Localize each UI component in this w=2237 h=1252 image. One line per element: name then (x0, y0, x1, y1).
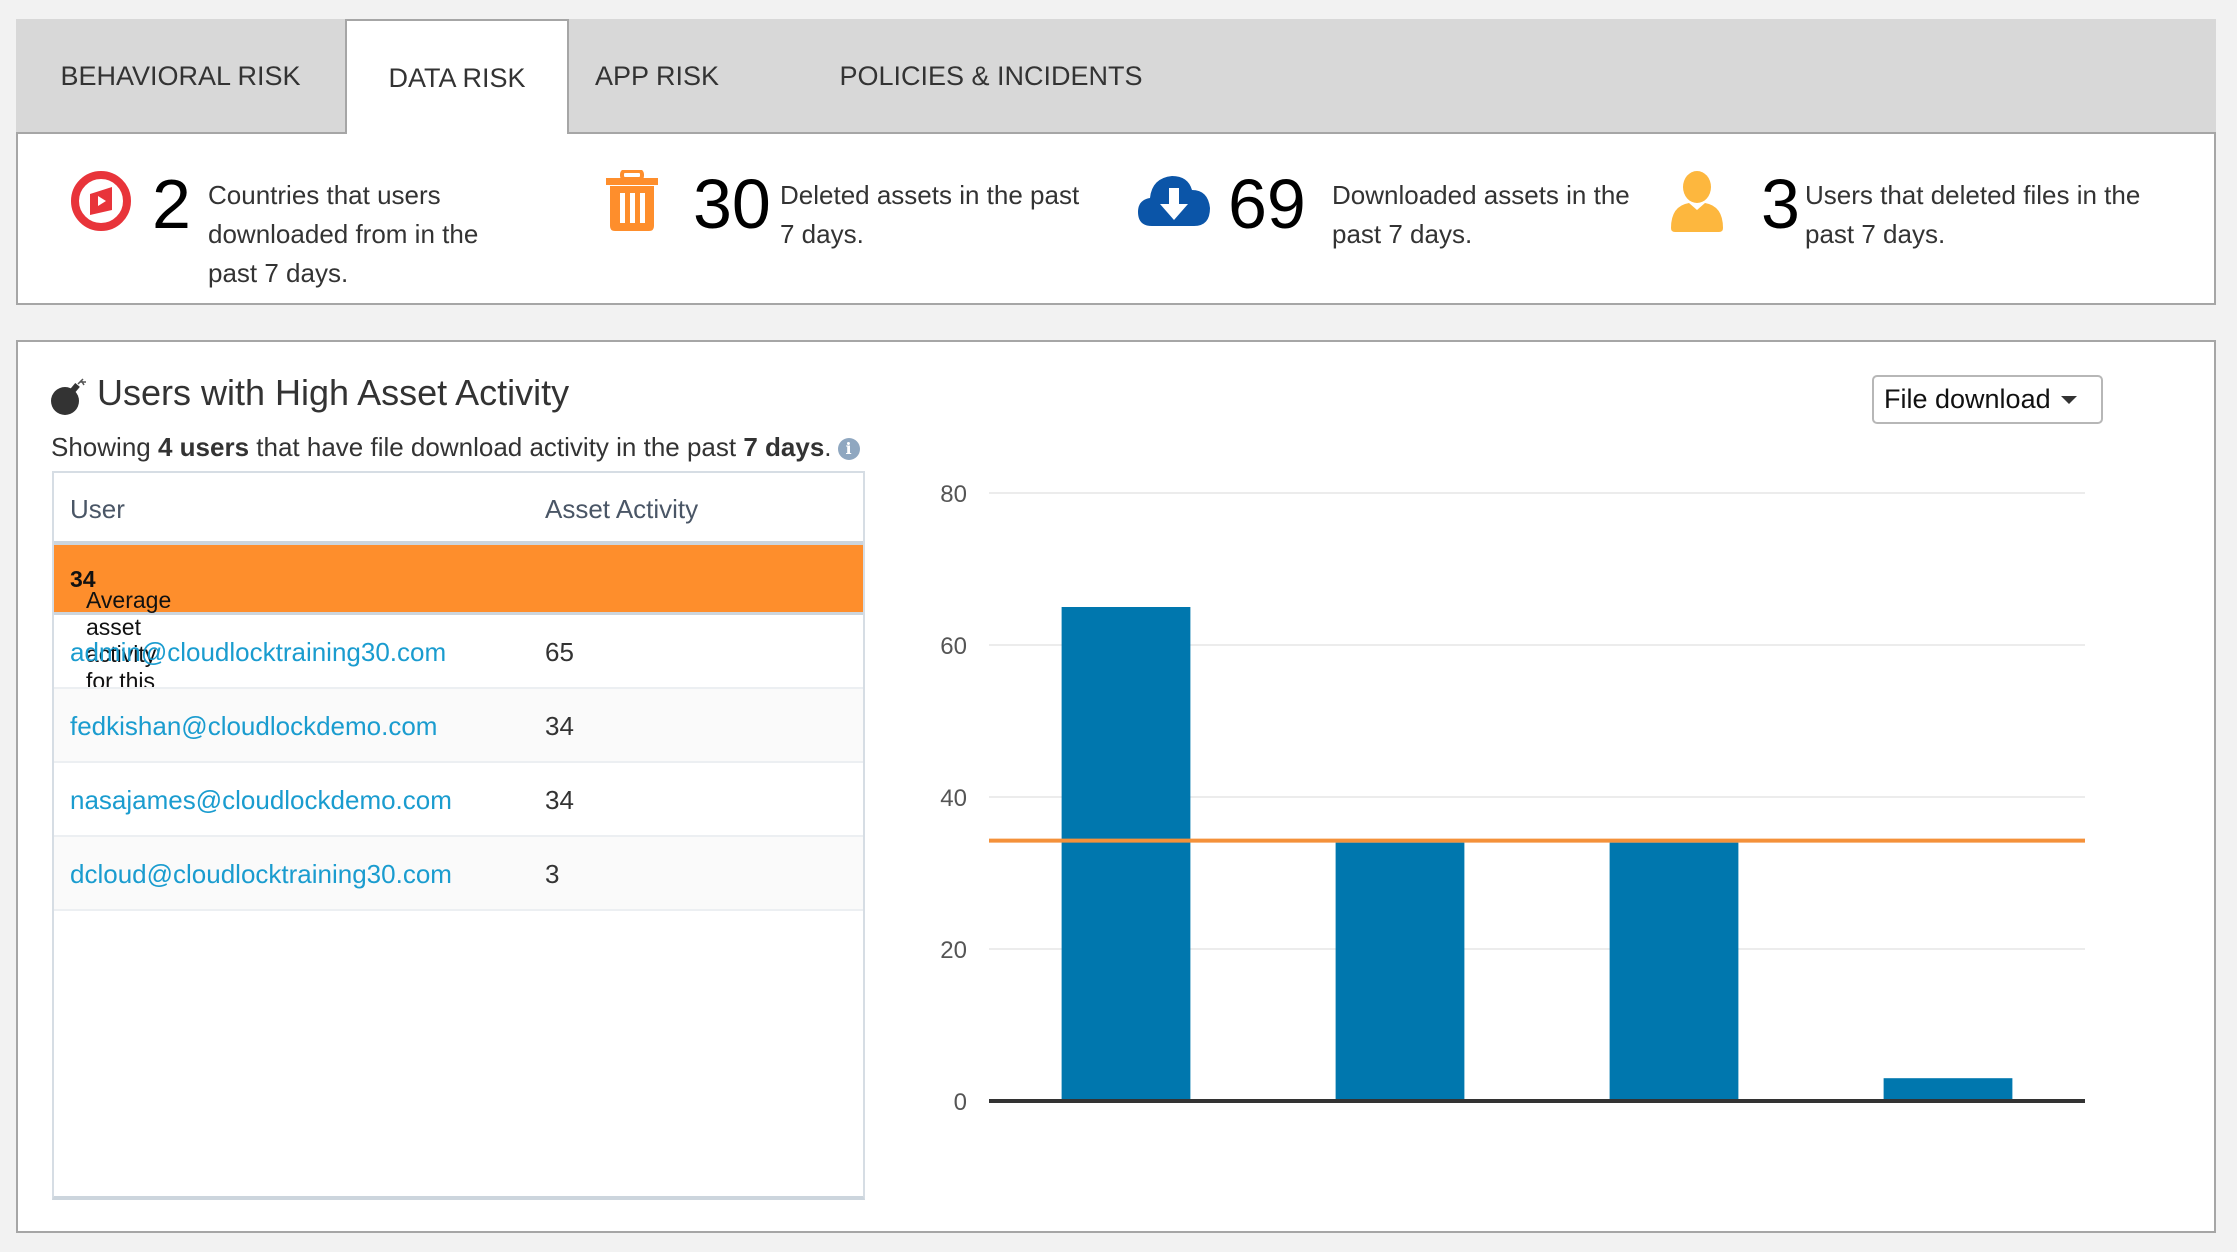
y-tick-label: 20 (940, 937, 967, 964)
subtitle-text: Showing (51, 432, 158, 462)
panel-title: Users with High Asset Activity (97, 372, 570, 413)
bomb-icon (50, 378, 88, 421)
stat-value: 2 (152, 165, 191, 243)
stat-description: Downloaded assets in the past 7 days. (1332, 180, 1630, 249)
activity-value: 34 (545, 711, 574, 741)
subtitle-text: that have file download activity in the … (249, 432, 744, 462)
dropdown-selected-value: File download (1884, 384, 2051, 414)
stat-countries: 2 Countries that users downloaded from i… (70, 164, 570, 294)
stat-description: Deleted assets in the past 7 days. (780, 180, 1080, 249)
subtitle-period: 7 days (743, 432, 825, 462)
y-tick-label: 0 (954, 1089, 967, 1116)
tab-bar: BEHAVIORAL RISK DATA RISK APP RISK POLIC… (16, 19, 2216, 136)
subtitle-text: . (824, 432, 832, 462)
stats-panel: 2 Countries that users downloaded from i… (16, 134, 2216, 305)
user-link[interactable]: nasajames@cloudlockdemo.com (70, 785, 452, 816)
stat-value: 69 (1228, 165, 1306, 243)
column-header-user[interactable]: User (70, 494, 125, 525)
average-row: Average asset activity for this time per… (54, 545, 863, 748)
location-arrow-icon (70, 170, 132, 237)
asset-activity-bar-chart: 0 20 40 60 80 (940, 481, 2085, 1116)
y-tick-label: 40 (940, 785, 967, 812)
user-icon (1669, 170, 1725, 237)
stat-users-deleted: 3 Users that deleted files in the past 7… (1669, 164, 2209, 294)
activity-value: 65 (545, 637, 574, 667)
stat-description: Users that deleted files in the past 7 d… (1805, 180, 2141, 249)
bar[interactable] (1335, 842, 1465, 1101)
bar[interactable] (1609, 842, 1739, 1101)
stat-downloaded-assets: 69 Downloaded assets in the past 7 days. (1136, 164, 1656, 294)
panel-subtitle: Showing 4 users that have file download … (51, 432, 860, 463)
user-link[interactable]: admin@cloudlocktraining30.com (70, 637, 446, 668)
user-link[interactable]: dcloud@cloudlocktraining30.com (70, 859, 452, 890)
subtitle-user-count: 4 users (157, 432, 250, 462)
stat-deleted-assets: 30 Deleted assets in the past 7 days. (605, 164, 1105, 294)
y-tick-label: 60 (940, 633, 967, 660)
average-text: Average asset activity for this time per… (70, 566, 171, 748)
activity-value: 3 (545, 859, 560, 889)
table-row: nasajames@cloudlockdemo.com 34 (54, 763, 863, 837)
column-header-asset-activity[interactable]: Asset Activity (545, 494, 698, 525)
table-row: dcloud@cloudlocktraining30.com 3 (54, 837, 863, 911)
tab-behavioral-risk[interactable]: BEHAVIORAL RISK (16, 19, 345, 134)
activity-value: 34 (545, 785, 574, 815)
tab-app-risk[interactable]: APP RISK (569, 19, 745, 134)
stat-description: Countries that users downloaded from in … (208, 180, 479, 288)
cloud-download-icon (1136, 170, 1212, 233)
trash-icon (605, 169, 659, 237)
user-link[interactable]: fedkishan@cloudlockdemo.com (70, 711, 437, 742)
table-row: admin@cloudlocktraining30.com 65 (54, 615, 863, 689)
stat-value: 30 (693, 165, 771, 243)
bar[interactable] (1883, 1078, 2013, 1101)
stat-value: 3 (1761, 165, 1800, 243)
users-table: User Asset Activity Average asset activi… (52, 471, 865, 1200)
y-tick-label: 80 (940, 481, 967, 508)
table-row: fedkishan@cloudlockdemo.com 34 (54, 689, 863, 763)
caret-down-icon (2061, 396, 2077, 404)
tab-policies-incidents[interactable]: POLICIES & INCIDENTS (826, 19, 1156, 134)
table-header: User Asset Activity (54, 473, 863, 545)
info-icon[interactable]: i (837, 438, 860, 460)
tab-data-risk[interactable]: DATA RISK (345, 19, 569, 136)
activity-type-dropdown[interactable]: File download (1872, 375, 2103, 424)
high-asset-activity-panel: Users with High Asset Activity Showing 4… (16, 340, 2216, 1233)
bar[interactable] (1061, 607, 1191, 1101)
